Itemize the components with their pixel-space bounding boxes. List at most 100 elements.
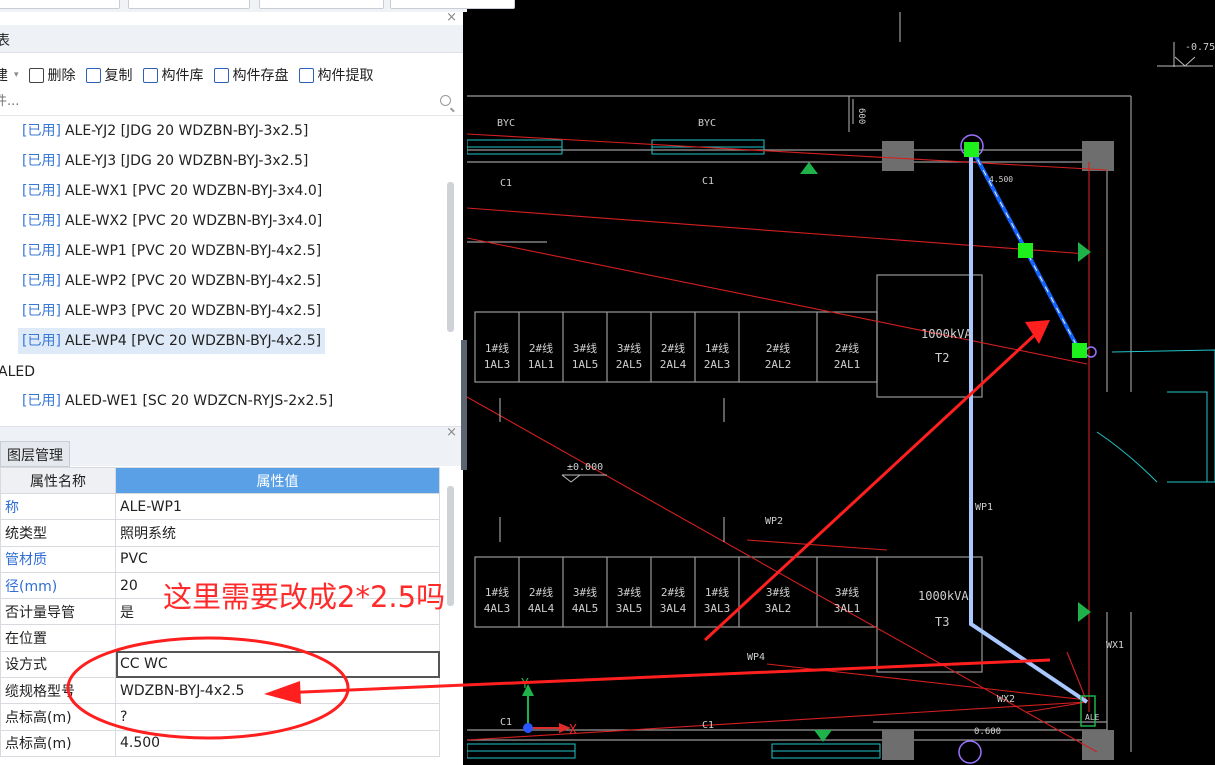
panel-cell-label: 1#线 [705,585,729,599]
save-icon [213,67,229,83]
panel-cell-label: 2AL3 [704,358,731,371]
trash-icon [28,67,44,83]
table-row[interactable]: 设方式 CC WC [0,650,440,679]
table-row[interactable]: 统类型 照明系统 [0,519,440,547]
list-item[interactable]: [已用] ALE-WX1 [PVC 20 WDZBN-BYJ-3x4.0] [18,178,326,204]
list-toolbar: 建 ▾ 删除 复制 构件库 构件存盘 构件提取 [0,60,463,90]
prop-value[interactable]: ? [115,703,440,731]
panel-cell-label: 4AL3 [484,602,511,615]
extract-icon [298,67,314,83]
transformer-label: 1000kVA [921,327,972,341]
prop-name: 在位置 [0,624,116,652]
search-input[interactable] [0,88,414,114]
panel-cell-label: 1AL5 [572,358,599,371]
prop-name: 管材质 [0,545,116,573]
prop-value-cable-spec[interactable]: WDZBN-BYJ-4x2.5 [115,677,440,705]
table-row[interactable]: 在位置 [0,624,440,652]
list-item[interactable]: [已用] ALE-WP1 [PVC 20 WDZBN-BYJ-4x2.5] [18,238,325,264]
prop-header-name: 属性名称 [0,467,116,494]
search-bar [0,88,463,116]
panel-cell-label: 1#线 [485,585,509,599]
panel-cell-label: 1#线 [485,341,509,355]
circuit-label: WX1 [1106,640,1124,651]
table-row[interactable]: 点标高(m)? [0,703,440,731]
close-icon[interactable]: × [446,10,457,25]
close-icon[interactable]: × [446,425,457,440]
list-item[interactable]: [已用] ALE-YJ3 [JDG 20 WDZBN-BYJ-3x2.5] [18,148,312,174]
panel-cell-label: 3AL3 [704,602,731,615]
component-list: [已用] ALE-YJ2 [JDG 20 WDZBN-BYJ-3x2.5] [已用… [0,118,445,418]
properties-scrollbar[interactable] [447,486,454,606]
axis-x-label: X [569,723,577,738]
prop-name: 否计量导管 [0,598,116,626]
dim-label: 600 [856,108,866,124]
prop-value[interactable]: 照明系统 [115,519,440,547]
list-scrollbar[interactable] [447,182,454,332]
component-extract-button[interactable]: 构件提取 [298,65,374,85]
component-save-button[interactable]: 构件存盘 [213,65,289,85]
panel-cell-label: 1AL3 [484,358,511,371]
list-item-selected[interactable]: [已用] ALE-WP4 [PVC 20 WDZBN-BYJ-4x2.5] [18,328,326,354]
prop-value[interactable]: 4.500 [115,729,440,757]
prop-header-value: 属性值 [115,467,440,494]
prop-name: 点标高(m) [0,703,116,731]
group-aled[interactable]: ALED [0,364,35,380]
prop-value-laying-method[interactable]: CC WC [115,650,440,679]
axis-y-label: Y [521,677,529,692]
panel-cell-label: 2AL1 [834,358,861,371]
top-combo-1[interactable] [0,0,120,9]
copy-button[interactable]: 复制 [85,65,133,85]
prop-value[interactable]: PVC [115,545,440,573]
panel-cell-label: 2#线 [661,585,685,599]
panel-cell-label: 2#线 [766,341,790,355]
top-combo-3[interactable] [259,0,384,9]
top-combo-2[interactable] [128,0,250,9]
panel-cell-label: 2#线 [661,341,685,355]
table-row[interactable]: 缆规格型号 WDZBN-BYJ-4x2.5 [0,677,440,705]
elevation-label: ±0.000 [567,462,603,473]
prop-name: 径(mm) [0,571,116,600]
transformer-label: T3 [935,615,949,629]
top-combo-4[interactable] [390,0,515,9]
list-item[interactable]: [已用] ALE-WP2 [PVC 20 WDZBN-BYJ-4x2.5] [18,268,325,294]
panel-cell-label: 4AL5 [572,602,599,615]
cad-label: C1 [500,717,512,728]
tab-layer-management[interactable]: 图层管理 [0,441,70,467]
panel-cell-label: 2#线 [835,341,859,355]
panel-cell-label: 3#线 [617,341,641,355]
cad-label: C1 [500,178,512,189]
height-label: 0.600 [974,727,1001,737]
list-item[interactable]: [已用] ALE-YJ2 [JDG 20 WDZBN-BYJ-3x2.5] [18,118,312,144]
prop-name: 统类型 [0,519,116,547]
cad-label: BYC [497,118,515,129]
panel-cell-label: 3#线 [766,585,790,599]
transformer-label: T2 [935,351,949,365]
new-button[interactable]: 建 ▾ [0,65,19,85]
prop-value[interactable]: ALE-WP1 [115,492,440,521]
list-item[interactable]: [已用] ALE-WP3 [PVC 20 WDZBN-BYJ-4x2.5] [18,298,325,324]
elevation-label: -0.750 [1185,42,1215,53]
list-header: 表 [0,25,463,53]
table-row[interactable]: 管材质 PVC [0,545,440,573]
cad-labels: -0.750 BYC BYC C1 C1 C1 C1 ±0.000 1000kV… [484,42,1215,738]
panel-cell-label: 3#线 [573,341,597,355]
table-row[interactable]: 称 ALE-WP1 [0,492,440,521]
panel-cell-label: 4AL4 [528,602,555,615]
search-icon[interactable] [440,95,451,106]
cad-drawing-canvas[interactable]: -0.750 BYC BYC C1 C1 C1 C1 ±0.000 1000kV… [467,12,1215,765]
delete-button[interactable]: 删除 [28,65,76,85]
table-row[interactable]: 点标高(m) 4.500 [0,729,440,757]
circuit-label: WX2 [997,694,1015,705]
list-item[interactable]: [已用] ALED-WE1 [SC 20 WDZCN-RYJS-2x2.5] [18,388,337,414]
cad-label: C1 [702,720,714,731]
prop-value[interactable] [115,624,440,652]
transformer-label: 1000kVA [918,589,969,603]
list-title: 表 [0,33,10,49]
panel-cell-label: 2AL4 [660,358,687,371]
copy-icon [85,67,101,83]
panel-cell-label: 2#线 [529,585,553,599]
panel-cell-label: 1#线 [705,341,729,355]
list-item[interactable]: [已用] ALE-WX2 [PVC 20 WDZBN-BYJ-3x4.0] [18,208,326,234]
component-library-button[interactable]: 构件库 [142,65,204,85]
component-list-panel: × 表 建▾ 删除 复制 构件库 构件存盘 构件提取 [已用]ALE-YJ2 [… [0,10,463,765]
